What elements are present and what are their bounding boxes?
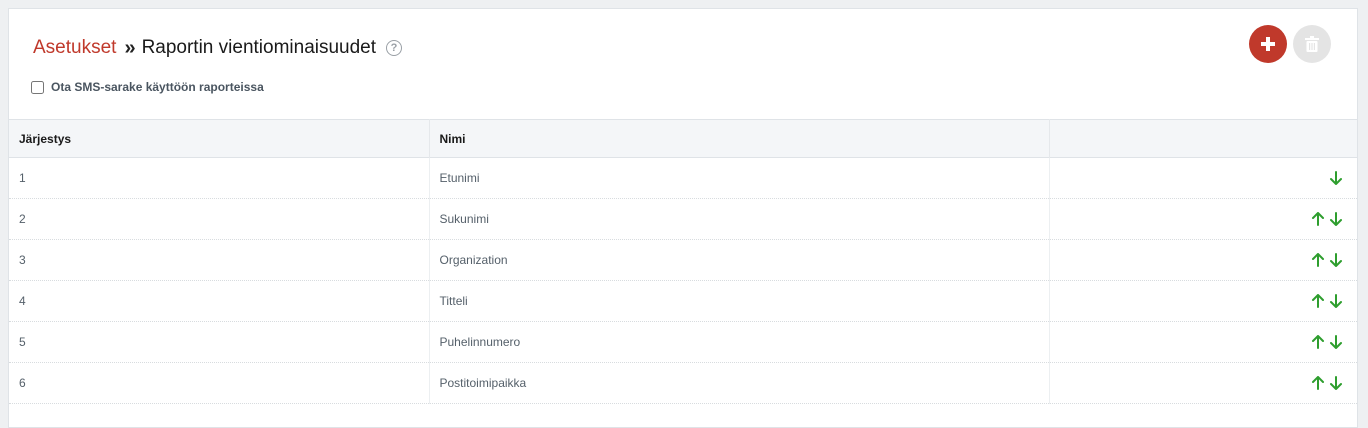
delete-button[interactable]: [1293, 25, 1331, 63]
table-row: 4 Titteli: [9, 280, 1357, 322]
add-button[interactable]: [1249, 25, 1287, 63]
column-header-order[interactable]: Järjestys: [9, 119, 430, 158]
sms-column-option[interactable]: Ota SMS-sarake käyttöön raporteissa: [31, 80, 264, 94]
table-body: 1 Etunimi 2 Sukunimi 3 Organization 4 Titteli 5 P…: [9, 157, 1357, 404]
help-icon[interactable]: ?: [386, 40, 403, 56]
row-reorder-controls: [1049, 281, 1357, 322]
move-down-icon[interactable]: [1329, 212, 1343, 227]
move-down-icon[interactable]: [1329, 171, 1343, 186]
table-row: 3 Organization: [9, 239, 1357, 281]
plus-icon: [1261, 37, 1275, 51]
row-reorder-controls: [1049, 158, 1357, 199]
move-up-icon[interactable]: [1311, 212, 1325, 227]
row-name: Puhelinnumero: [429, 321, 1050, 363]
column-header-name[interactable]: Nimi: [429, 119, 1050, 158]
move-up-icon[interactable]: [1311, 253, 1325, 268]
panel-header: Asetukset » Raportin vientiominaisuudet …: [9, 9, 1357, 119]
move-down-icon[interactable]: [1329, 294, 1343, 309]
sms-column-checkbox[interactable]: [31, 80, 44, 94]
row-reorder-controls: [1049, 240, 1357, 281]
breadcrumb: Asetukset » Raportin vientiominaisuudet …: [33, 36, 403, 60]
breadcrumb-separator: »: [124, 37, 136, 59]
row-order: 3: [9, 239, 430, 281]
row-name: Postitoimipaikka: [429, 362, 1050, 404]
table-row: 2 Sukunimi: [9, 198, 1357, 240]
table-header-row: Järjestys Nimi: [9, 119, 1357, 158]
row-name: Organization: [429, 239, 1050, 281]
row-name: Titteli: [429, 280, 1050, 322]
row-reorder-controls: [1049, 363, 1357, 404]
row-order: 4: [9, 280, 430, 322]
move-up-icon[interactable]: [1311, 376, 1325, 391]
row-order: 5: [9, 321, 430, 363]
row-reorder-controls: [1049, 322, 1357, 363]
row-name: Etunimi: [429, 157, 1050, 199]
move-up-icon[interactable]: [1311, 335, 1325, 350]
header-actions: [1249, 25, 1331, 63]
trash-icon: [1305, 36, 1319, 52]
row-order: 6: [9, 362, 430, 404]
export-fields-table: Järjestys Nimi 1 Etunimi 2 Sukunimi 3 Organiz…: [9, 119, 1357, 404]
settings-panel: Asetukset » Raportin vientiominaisuudet …: [8, 8, 1358, 428]
row-order: 1: [9, 157, 430, 199]
table-row: 5 Puhelinnumero: [9, 321, 1357, 363]
move-up-icon[interactable]: [1311, 294, 1325, 309]
row-reorder-controls: [1049, 199, 1357, 240]
sms-column-label: Ota SMS-sarake käyttöön raporteissa: [51, 80, 264, 94]
row-name: Sukunimi: [429, 198, 1050, 240]
move-down-icon[interactable]: [1329, 335, 1343, 350]
breadcrumb-settings-link[interactable]: Asetukset: [33, 36, 116, 60]
move-down-icon[interactable]: [1329, 376, 1343, 391]
page-title: Raportin vientiominaisuudet: [141, 37, 377, 58]
table-row: 6 Postitoimipaikka: [9, 362, 1357, 404]
row-order: 2: [9, 198, 430, 240]
column-header-actions: [1049, 120, 1357, 158]
table-row: 1 Etunimi: [9, 157, 1357, 199]
move-down-icon[interactable]: [1329, 253, 1343, 268]
